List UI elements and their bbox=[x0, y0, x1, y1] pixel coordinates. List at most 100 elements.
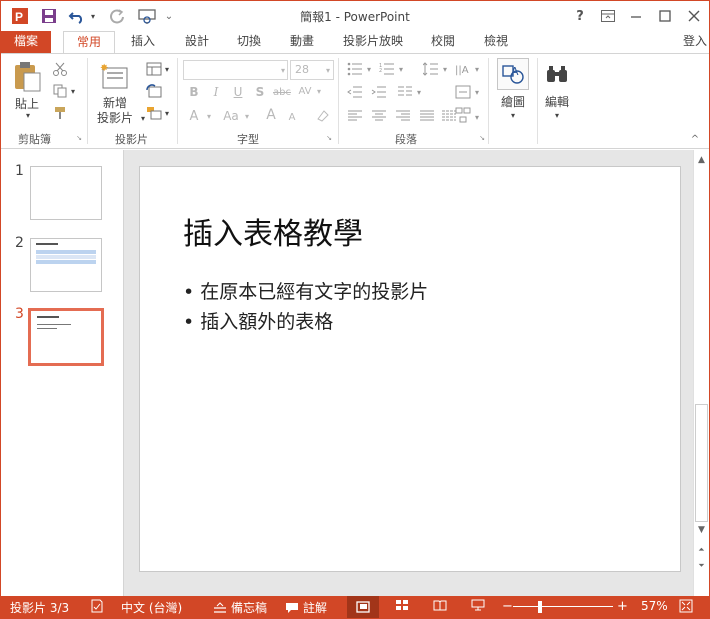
text-direction-dropdown-icon[interactable]: ▾ bbox=[473, 62, 481, 76]
slide-bullet-2[interactable]: • 插入額外的表格 bbox=[183, 307, 333, 334]
change-case-dropdown-icon[interactable]: ▾ bbox=[243, 109, 251, 123]
current-slide[interactable]: 插入表格教學 • 在原本已經有文字的投影片 • 插入額外的表格 bbox=[139, 166, 681, 572]
paste-icon[interactable] bbox=[11, 60, 43, 94]
scroll-up-icon[interactable]: ▲ bbox=[694, 152, 709, 168]
layout-dropdown-icon[interactable]: ▾ bbox=[163, 62, 171, 76]
scroll-thumb[interactable] bbox=[695, 404, 708, 522]
bullets-icon[interactable] bbox=[345, 61, 365, 77]
font-name-dropdown-icon[interactable]: ▾ bbox=[278, 62, 288, 78]
increase-indent-icon[interactable] bbox=[369, 84, 389, 100]
clear-formatting-icon[interactable] bbox=[315, 107, 331, 125]
increase-font-size-icon[interactable]: A bbox=[263, 106, 279, 124]
change-case-icon[interactable]: Aa bbox=[219, 107, 243, 125]
numbering-dropdown-icon[interactable]: ▾ bbox=[397, 62, 405, 76]
layout-icon[interactable] bbox=[143, 60, 165, 78]
justify-icon[interactable] bbox=[417, 108, 437, 124]
zoom-in-button[interactable]: + bbox=[617, 599, 628, 614]
new-slide-label-1[interactable]: 新增 bbox=[95, 95, 135, 110]
collapse-ribbon-icon[interactable]: ^ bbox=[689, 134, 701, 145]
notes-button[interactable]: 備忘稿 bbox=[213, 599, 267, 616]
zoom-out-button[interactable]: − bbox=[502, 599, 513, 614]
bold-icon[interactable]: B bbox=[187, 84, 201, 100]
drawing-shapes-icon[interactable]: A bbox=[497, 58, 529, 90]
align-center-icon[interactable] bbox=[369, 108, 389, 124]
signin-link[interactable]: 登入 bbox=[681, 31, 709, 54]
italic-icon[interactable]: I bbox=[209, 84, 223, 100]
slide-count-status[interactable]: 投影片 3/3 bbox=[10, 599, 69, 616]
align-text-icon[interactable] bbox=[453, 84, 473, 100]
tab-insert[interactable]: 插入 bbox=[123, 31, 163, 54]
tab-animations[interactable]: 動畫 bbox=[282, 31, 322, 54]
normal-view-button[interactable] bbox=[347, 596, 379, 618]
slide-sorter-view-button[interactable] bbox=[395, 599, 409, 611]
slide-thumbnail-1[interactable] bbox=[30, 166, 102, 220]
slideshow-view-button[interactable] bbox=[471, 599, 485, 611]
tab-slideshow[interactable]: 投影片放映 bbox=[335, 31, 411, 54]
decrease-font-size-icon[interactable]: A bbox=[285, 109, 299, 125]
font-color-icon[interactable]: A bbox=[187, 107, 201, 125]
drawing-button[interactable]: 繪圖 bbox=[493, 94, 533, 109]
drawing-dropdown-icon[interactable]: ▾ bbox=[508, 110, 518, 120]
tab-review[interactable]: 校閱 bbox=[423, 31, 463, 54]
slide-title[interactable]: 插入表格教學 bbox=[183, 209, 363, 253]
underline-icon[interactable]: U bbox=[231, 84, 245, 100]
format-painter-icon[interactable] bbox=[51, 104, 69, 122]
tab-file[interactable]: 檔案 bbox=[1, 31, 51, 54]
new-slide-icon[interactable]: ✸ bbox=[99, 60, 131, 92]
ribbon-display-options-button[interactable] bbox=[595, 5, 621, 27]
vertical-scrollbar[interactable]: ▲ ▼ ⏶ ⏷ bbox=[693, 150, 709, 596]
character-spacing-dropdown-icon[interactable]: ▾ bbox=[315, 84, 323, 98]
decrease-indent-icon[interactable] bbox=[345, 84, 365, 100]
slide-thumbnail-3[interactable] bbox=[28, 308, 104, 366]
reset-slide-icon[interactable] bbox=[143, 82, 165, 100]
numbering-icon[interactable]: 12 bbox=[377, 61, 397, 77]
editing-dropdown-icon[interactable]: ▾ bbox=[552, 110, 562, 120]
align-right-icon[interactable] bbox=[393, 108, 413, 124]
line-spacing-dropdown-icon[interactable]: ▾ bbox=[441, 62, 449, 76]
maximize-button[interactable] bbox=[652, 5, 678, 27]
font-color-dropdown-icon[interactable]: ▾ bbox=[205, 109, 213, 123]
smartart-icon[interactable] bbox=[453, 104, 473, 126]
tab-design[interactable]: 設計 bbox=[177, 31, 217, 54]
language-status[interactable]: 中文 (台灣) bbox=[121, 599, 182, 616]
align-text-dropdown-icon[interactable]: ▾ bbox=[473, 85, 481, 99]
fit-slide-to-window-icon[interactable] bbox=[679, 599, 693, 613]
paste-button[interactable]: 貼上 bbox=[11, 96, 43, 111]
comments-button[interactable]: 註解 bbox=[285, 599, 327, 616]
zoom-slider-thumb[interactable] bbox=[538, 601, 542, 613]
copy-dropdown-icon[interactable]: ▾ bbox=[69, 84, 77, 98]
editing-button[interactable]: 編輯 bbox=[537, 94, 577, 109]
font-dialog-launcher-icon[interactable]: ↘ bbox=[325, 134, 333, 142]
new-slide-label-2[interactable]: 投影片 bbox=[91, 110, 139, 125]
tab-view[interactable]: 檢視 bbox=[476, 31, 516, 54]
text-direction-icon[interactable]: ||A bbox=[453, 61, 473, 77]
copy-icon[interactable] bbox=[51, 82, 69, 100]
line-spacing-icon[interactable] bbox=[421, 61, 441, 77]
columns-icon[interactable] bbox=[395, 84, 415, 100]
close-button[interactable] bbox=[681, 5, 707, 27]
text-shadow-icon[interactable]: S bbox=[253, 84, 267, 100]
cut-icon[interactable] bbox=[51, 60, 69, 78]
help-button[interactable]: ? bbox=[567, 5, 593, 27]
paragraph-dialog-launcher-icon[interactable]: ↘ bbox=[478, 134, 486, 142]
zoom-level[interactable]: 57% bbox=[641, 599, 668, 613]
font-name-combobox[interactable] bbox=[183, 60, 288, 80]
section-icon[interactable] bbox=[143, 104, 165, 122]
section-dropdown-icon[interactable]: ▾ bbox=[163, 106, 171, 120]
strikethrough-icon[interactable]: abc bbox=[272, 84, 292, 100]
slide-bullet-1[interactable]: • 在原本已經有文字的投影片 bbox=[183, 277, 428, 304]
reading-view-button[interactable] bbox=[433, 599, 447, 611]
align-left-icon[interactable] bbox=[345, 108, 365, 124]
find-binoculars-icon[interactable] bbox=[541, 58, 573, 90]
character-spacing-icon[interactable]: AV bbox=[295, 82, 315, 100]
slide-thumbnail-2[interactable] bbox=[30, 238, 102, 292]
previous-slide-icon[interactable]: ⏶ bbox=[694, 542, 709, 558]
zoom-slider-track[interactable] bbox=[513, 606, 613, 607]
font-size-dropdown-icon[interactable]: ▾ bbox=[323, 62, 333, 78]
smartart-dropdown-icon[interactable]: ▾ bbox=[473, 110, 481, 124]
next-slide-icon[interactable]: ⏷ bbox=[694, 558, 709, 574]
spelling-check-icon[interactable] bbox=[90, 599, 104, 613]
paste-dropdown-icon[interactable]: ▾ bbox=[23, 111, 33, 120]
columns-dropdown-icon[interactable]: ▾ bbox=[415, 85, 423, 99]
scroll-down-icon[interactable]: ▼ bbox=[694, 522, 709, 538]
